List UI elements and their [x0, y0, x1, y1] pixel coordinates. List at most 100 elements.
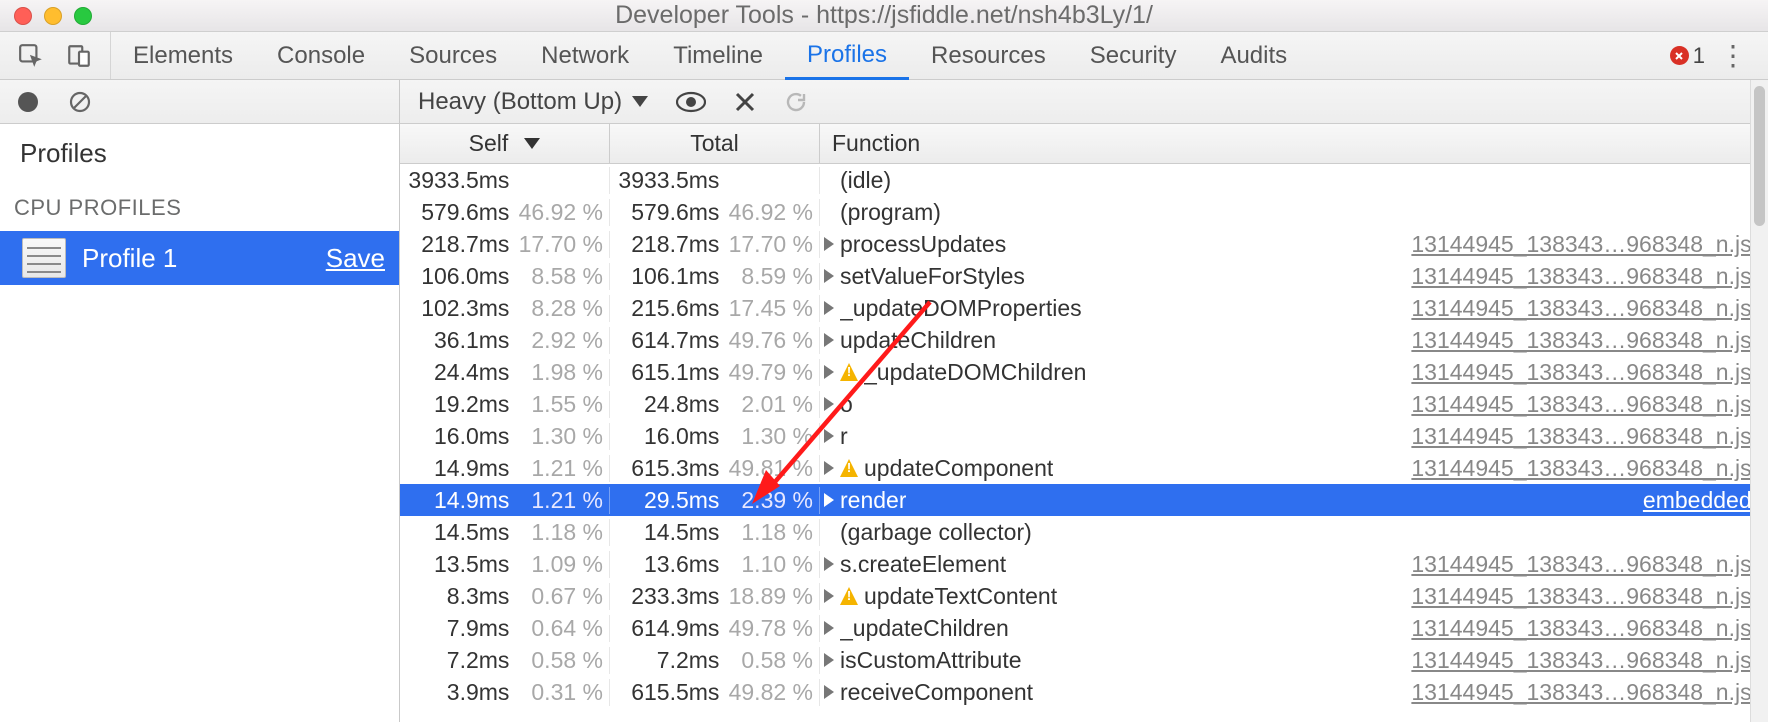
disclosure-triangle-icon[interactable]	[824, 365, 834, 379]
source-link[interactable]: 13144945_138343…968348_n.js:	[1411, 231, 1768, 258]
function-cell: o13144945_138343…968348_n.js:	[820, 391, 1768, 418]
vertical-scrollbar[interactable]	[1750, 80, 1768, 722]
source-link[interactable]: 13144945_138343…968348_n.js:	[1411, 359, 1768, 386]
total-ms: 579.6ms	[610, 199, 725, 226]
table-row[interactable]: 24.4ms1.98 %615.1ms49.79 %_updateDOMChil…	[400, 356, 1768, 388]
disclosure-triangle-icon[interactable]	[824, 493, 834, 507]
disclosure-triangle-icon[interactable]	[824, 621, 834, 635]
table-row[interactable]: 3933.5ms3933.5ms(idle)	[400, 164, 1768, 196]
source-link[interactable]: 13144945_138343…968348_n.js:	[1411, 679, 1768, 706]
total-ms: 3933.5ms	[610, 167, 725, 194]
disclosure-triangle-icon[interactable]	[824, 237, 834, 251]
tab-profiles[interactable]: Profiles	[785, 32, 909, 80]
total-ms: 218.7ms	[610, 231, 725, 258]
source-link[interactable]: 13144945_138343…968348_n.js:	[1411, 455, 1768, 482]
total-pct: 49.76 %	[725, 327, 819, 354]
total-pct: 1.18 %	[725, 519, 819, 546]
source-link[interactable]: 13144945_138343…968348_n.js:	[1411, 295, 1768, 322]
table-row[interactable]: 14.9ms1.21 %29.5ms2.39 %renderembedded:	[400, 484, 1768, 516]
table-row[interactable]: 36.1ms2.92 %614.7ms49.76 %updateChildren…	[400, 324, 1768, 356]
clear-icon[interactable]	[68, 90, 92, 114]
table-row[interactable]: 7.2ms0.58 %7.2ms0.58 %isCustomAttribute1…	[400, 644, 1768, 676]
error-count: 1	[1693, 43, 1705, 69]
view-mode-label: Heavy (Bottom Up)	[418, 88, 622, 116]
table-row[interactable]: 218.7ms17.70 %218.7ms17.70 %processUpdat…	[400, 228, 1768, 260]
disclosure-triangle-icon[interactable]	[824, 269, 834, 283]
source-link[interactable]: 13144945_138343…968348_n.js:	[1411, 423, 1768, 450]
col-header-function[interactable]: Function	[820, 124, 1768, 163]
table-row[interactable]: 13.5ms1.09 %13.6ms1.10 %s.createElement1…	[400, 548, 1768, 580]
total-pct: 1.10 %	[725, 551, 819, 578]
function-cell: updateComponent13144945_138343…968348_n.…	[820, 455, 1768, 482]
function-cell: receiveComponent13144945_138343…968348_n…	[820, 679, 1768, 706]
kebab-menu-icon[interactable]: ⋮	[1719, 39, 1748, 72]
table-row[interactable]: 16.0ms1.30 %16.0ms1.30 %r13144945_138343…	[400, 420, 1768, 452]
self-pct: 1.21 %	[515, 487, 609, 514]
self-ms: 106.0ms	[400, 263, 515, 290]
disclosure-triangle-icon[interactable]	[824, 301, 834, 315]
source-link[interactable]: 13144945_138343…968348_n.js:	[1411, 327, 1768, 354]
tab-timeline[interactable]: Timeline	[651, 32, 785, 79]
error-count-badge[interactable]: 1	[1670, 43, 1705, 69]
devtools-panes: Profiles CPU PROFILES Profile 1 Save Hea…	[0, 80, 1768, 722]
self-ms: 36.1ms	[400, 327, 515, 354]
disclosure-triangle-icon[interactable]	[824, 429, 834, 443]
disclosure-triangle-icon[interactable]	[824, 461, 834, 475]
self-pct: 1.21 %	[515, 455, 609, 482]
eye-icon[interactable]	[676, 91, 706, 113]
table-row[interactable]: 14.5ms1.18 %14.5ms1.18 %(garbage collect…	[400, 516, 1768, 548]
function-cell: (garbage collector)	[820, 519, 1768, 546]
tab-audits[interactable]: Audits	[1198, 32, 1309, 79]
source-link[interactable]: 13144945_138343…968348_n.js:	[1411, 391, 1768, 418]
function-cell: updateChildren 13144945_138343…968348_n.j…	[820, 327, 1768, 354]
source-link[interactable]: 13144945_138343…968348_n.js:	[1411, 263, 1768, 290]
disclosure-triangle-icon[interactable]	[824, 397, 834, 411]
source-link[interactable]: 13144945_138343…968348_n.js:	[1411, 551, 1768, 578]
table-row[interactable]: 579.6ms46.92 %579.6ms46.92 %(program)	[400, 196, 1768, 228]
self-ms: 7.2ms	[400, 647, 515, 674]
total-pct: 49.81 %	[725, 455, 819, 482]
source-link[interactable]: 13144945_138343…968348_n.js:	[1411, 647, 1768, 674]
self-pct: 0.31 %	[515, 679, 609, 706]
function-name: updateTextContent	[864, 583, 1057, 610]
scrollbar-thumb[interactable]	[1754, 86, 1765, 226]
device-mode-icon[interactable]	[66, 43, 92, 69]
view-mode-dropdown[interactable]: Heavy (Bottom Up)	[418, 88, 648, 116]
col-header-self[interactable]: Self	[400, 124, 610, 163]
disclosure-triangle-icon[interactable]	[824, 589, 834, 603]
devtools-tabs-bar: ElementsConsoleSourcesNetworkTimelinePro…	[0, 32, 1768, 80]
function-name: r	[840, 423, 848, 450]
table-row[interactable]: 106.0ms8.58 %106.1ms8.59 %setValueForSty…	[400, 260, 1768, 292]
table-row[interactable]: 14.9ms1.21 %615.3ms49.81 %updateComponen…	[400, 452, 1768, 484]
source-link[interactable]: 13144945_138343…968348_n.js:	[1411, 615, 1768, 642]
disclosure-triangle-icon[interactable]	[824, 557, 834, 571]
total-pct: 0.58 %	[725, 647, 819, 674]
record-icon[interactable]	[18, 92, 38, 112]
table-row[interactable]: 7.9ms0.64 %614.9ms49.78 %_updateChildren…	[400, 612, 1768, 644]
col-header-total[interactable]: Total	[610, 124, 820, 163]
disclosure-triangle-icon[interactable]	[824, 333, 834, 347]
disclosure-triangle-icon[interactable]	[824, 653, 834, 667]
window-titlebar: Developer Tools - https://jsfiddle.net/n…	[0, 0, 1768, 32]
table-row[interactable]: 19.2ms1.55 %24.8ms2.01 %o13144945_138343…	[400, 388, 1768, 420]
tab-sources[interactable]: Sources	[387, 32, 519, 79]
disclosure-triangle-icon[interactable]	[824, 685, 834, 699]
tab-console[interactable]: Console	[255, 32, 387, 79]
sidebar-item-save[interactable]: Save	[326, 243, 385, 274]
sidebar-item-profile[interactable]: Profile 1 Save	[0, 231, 399, 285]
function-name: processUpdates	[840, 231, 1006, 258]
table-row[interactable]: 8.3ms0.67 %233.3ms18.89 %updateTextConte…	[400, 580, 1768, 612]
total-pct: 2.01 %	[725, 391, 819, 418]
tab-resources[interactable]: Resources	[909, 32, 1068, 79]
close-icon[interactable]	[734, 91, 756, 113]
tab-network[interactable]: Network	[519, 32, 651, 79]
tab-elements[interactable]: Elements	[111, 32, 255, 79]
inspect-element-icon[interactable]	[18, 43, 44, 69]
source-link[interactable]: 13144945_138343…968348_n.js:	[1411, 583, 1768, 610]
tab-security[interactable]: Security	[1068, 32, 1199, 79]
table-row[interactable]: 3.9ms0.31 %615.5ms49.82 %receiveComponen…	[400, 676, 1768, 708]
function-name: updateChildren	[840, 327, 996, 354]
table-row[interactable]: 102.3ms8.28 %215.6ms17.45 %_updateDOMPro…	[400, 292, 1768, 324]
devtools-tabs: ElementsConsoleSourcesNetworkTimelinePro…	[111, 32, 1309, 79]
reload-icon[interactable]	[784, 90, 808, 114]
